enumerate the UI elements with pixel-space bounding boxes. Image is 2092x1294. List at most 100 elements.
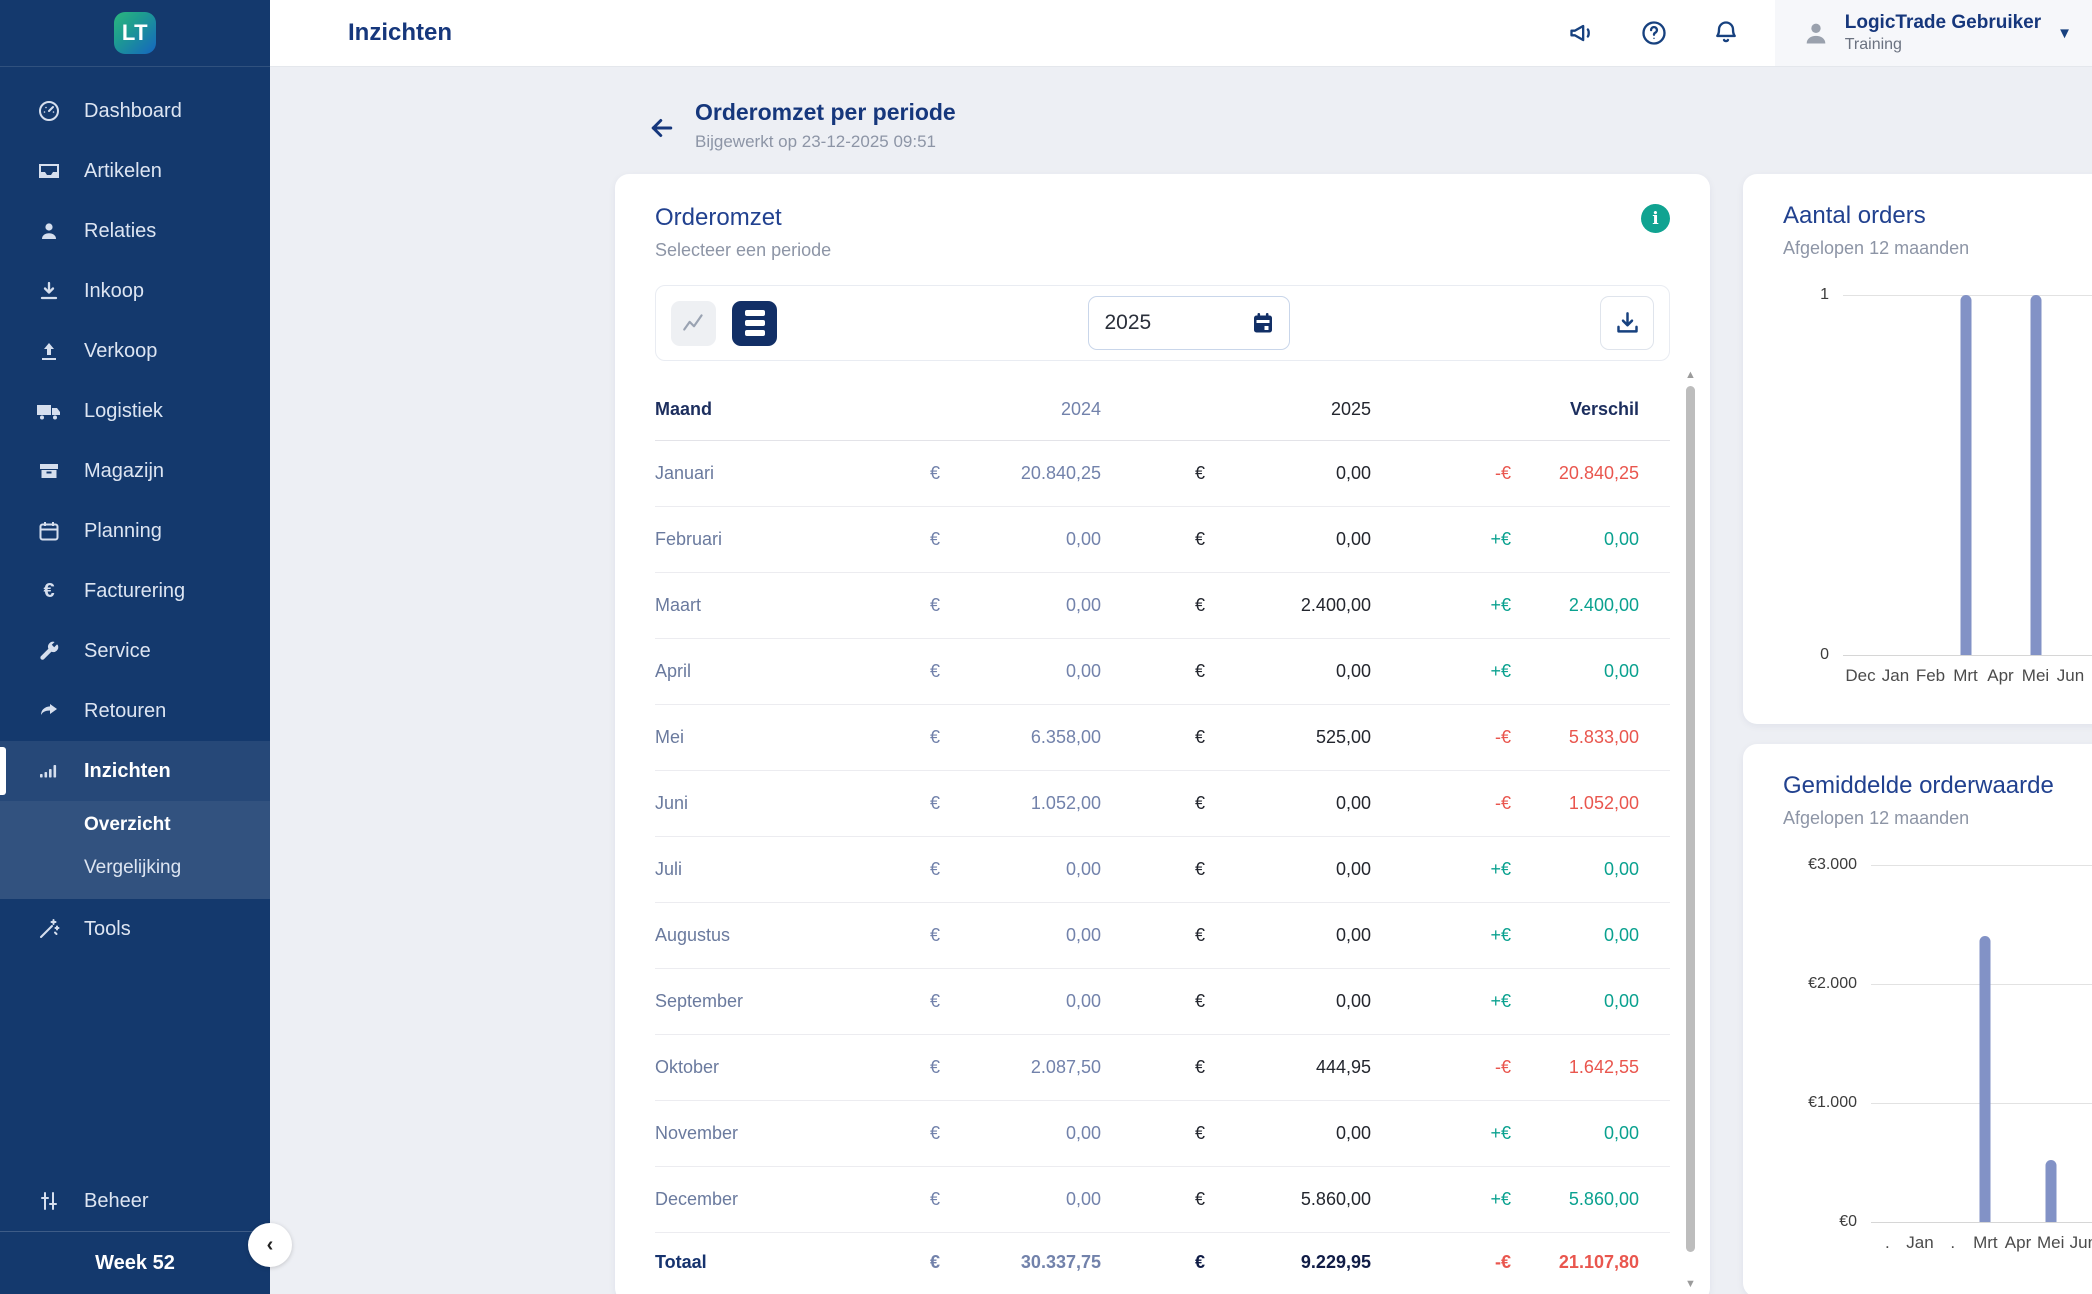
month-cell: Juli [655, 859, 930, 880]
currency-2025: € [1195, 529, 1245, 550]
table-view-icon [745, 310, 765, 336]
sidebar-item-logistiek[interactable]: Logistiek [0, 381, 270, 441]
orderomzet-card: Orderomzet Selecteer een periode i [615, 174, 1710, 1294]
sidebar-item-planning[interactable]: Planning [0, 501, 270, 561]
bar [1980, 936, 1991, 1222]
sidebar-item-dashboard[interactable]: Dashboard [0, 81, 270, 141]
aantal-orders-chart: 10 DecJanFebMrtAprMeiJunJulAugSepOktNov [1783, 295, 2092, 686]
download-button[interactable] [1600, 296, 1654, 350]
aantal-orders-card: Aantal orders Afgelopen 12 maanden i 10D… [1743, 174, 2092, 724]
amount-2024: 0,00 [975, 1123, 1101, 1144]
sidebar-item-magazijn[interactable]: Magazijn [0, 441, 270, 501]
currency-2025: € [1195, 463, 1245, 484]
sidebar-item-inzichten[interactable]: Inzichten [0, 741, 270, 801]
sidebar-item-label: Beheer [84, 1190, 149, 1213]
diff-sign: -€ [1445, 1057, 1511, 1078]
bar-slot [1871, 865, 1904, 1222]
table-row: Mei€6.358,00€525,00-€5.833,00 [655, 705, 1670, 771]
y-axis-tick-label: €3.000 [1808, 856, 1857, 874]
month-cell: November [655, 1123, 930, 1144]
amount-2025: 9.229,95 [1245, 1252, 1371, 1273]
sidebar-item-label: Planning [84, 520, 162, 543]
amount-2025: 444,95 [1245, 1057, 1371, 1078]
sidebar-collapse-button[interactable]: ‹ [248, 1223, 292, 1267]
top-header: Inzichten LogicTrade Gebruiker Training … [270, 0, 2092, 67]
sidebar-item-retouren[interactable]: Retouren [0, 681, 270, 741]
user-name: LogicTrade Gebruiker [1845, 11, 2041, 35]
chart-view-button[interactable] [671, 301, 716, 346]
table-header-row: Maand20242025Verschil [655, 379, 1670, 441]
sidebar-item-artikelen[interactable]: Artikelen [0, 141, 270, 201]
scrollbar-thumb[interactable] [1686, 386, 1695, 1252]
gridline: 0 [1843, 655, 2092, 656]
logictrade-logo[interactable]: LT [114, 12, 156, 54]
week-indicator: Week 52 [0, 1232, 270, 1294]
help-icon[interactable] [1631, 10, 1677, 56]
diff-amount: 1.052,00 [1511, 793, 1639, 814]
notifications-bell-icon[interactable] [1703, 10, 1749, 56]
sidebar-item-facturering[interactable]: €Facturering [0, 561, 270, 621]
amount-2025: 0,00 [1245, 1123, 1371, 1144]
sidebar-item-inkoop[interactable]: Inkoop [0, 261, 270, 321]
logo-box: LT [0, 0, 270, 67]
table-row: September€0,00€0,00+€0,00 [655, 969, 1670, 1035]
period-toolbar [655, 285, 1670, 361]
table-scrollbar[interactable]: ▲ ▼ [1678, 370, 1704, 1290]
amount-2024: 0,00 [975, 859, 1101, 880]
bar-slot [1983, 295, 2018, 655]
currency-2025: € [1195, 1123, 1245, 1144]
sidebar-subitem-vergelijking[interactable]: Vergelijking [0, 846, 270, 889]
page-title: Orderomzet per periode [695, 99, 956, 126]
currency-2024: € [930, 925, 975, 946]
currency-2024: € [930, 661, 975, 682]
year-input[interactable] [1103, 310, 1223, 336]
diff-sign: +€ [1445, 925, 1511, 946]
chevron-down-icon[interactable]: ▼ [2041, 25, 2072, 42]
table-view-button[interactable] [732, 301, 777, 346]
announcements-icon[interactable] [1559, 10, 1605, 56]
bar-slot [1969, 865, 2002, 1222]
user-menu[interactable]: LogicTrade Gebruiker Training ▼ [1775, 0, 2092, 66]
month-cell: Totaal [655, 1252, 930, 1273]
x-axis-labels: DecJanFebMrtAprMeiJunJulAugSepOktNov [1843, 666, 2092, 686]
diff-sign: -€ [1445, 463, 1511, 484]
amount-2024: 20.840,25 [975, 463, 1101, 484]
col-verschil: Verschil [1445, 399, 1639, 420]
x-axis-tick-label: Mei [2034, 1233, 2067, 1253]
currency-2024: € [930, 991, 975, 1012]
amount-2024: 0,00 [975, 529, 1101, 550]
sidebar-item-label: Artikelen [84, 160, 162, 183]
month-cell: Januari [655, 463, 930, 484]
sidebar-item-label: Tools [84, 918, 131, 941]
sidebar-item-label: Dashboard [84, 100, 182, 123]
x-axis-tick-label: . [1936, 1233, 1969, 1253]
bar-slot [2088, 295, 2092, 655]
info-icon[interactable]: i [1641, 204, 1670, 233]
x-axis-tick-label: Mrt [1969, 1233, 2002, 1253]
sidebar-item-tools[interactable]: Tools [0, 899, 270, 959]
sidebar-item-relaties[interactable]: Relaties [0, 201, 270, 261]
sidebar-item-label: Retouren [84, 700, 166, 723]
diff-sign: +€ [1445, 859, 1511, 880]
amount-2024: 0,00 [975, 595, 1101, 616]
calendar-icon[interactable] [1251, 311, 1275, 335]
back-button[interactable] [643, 107, 681, 149]
amount-2024: 30.337,75 [975, 1252, 1101, 1273]
sidebar-item-verkoop[interactable]: Verkoop [0, 321, 270, 381]
x-axis-tick-label: Apr [1983, 666, 2018, 686]
gemiddelde-orderwaarde-card: Gemiddelde orderwaarde Afgelopen 12 maan… [1743, 744, 2092, 1294]
sidebar-item-beheer[interactable]: Beheer [0, 1171, 270, 1231]
sidebar-item-service[interactable]: Service [0, 621, 270, 681]
person-icon [36, 218, 62, 244]
sidebar-subitem-overzicht[interactable]: Overzicht [0, 803, 270, 846]
last-updated-text: Bijgewerkt op 23-12-2025 09:51 [695, 132, 956, 152]
archive-icon [36, 458, 62, 484]
bar-slot [1878, 295, 1913, 655]
sidebar-submenu: OverzichtVergelijking [0, 801, 270, 899]
chart-plot-area: 10 [1843, 295, 2092, 655]
x-axis-tick-label: Jun [2067, 1233, 2092, 1253]
sidebar-item-label: Inzichten [84, 760, 171, 783]
amount-2025: 5.860,00 [1245, 1189, 1371, 1210]
table-row: April€0,00€0,00+€0,00 [655, 639, 1670, 705]
main-area: Inzichten LogicTrade Gebruiker Training … [270, 0, 2092, 1294]
